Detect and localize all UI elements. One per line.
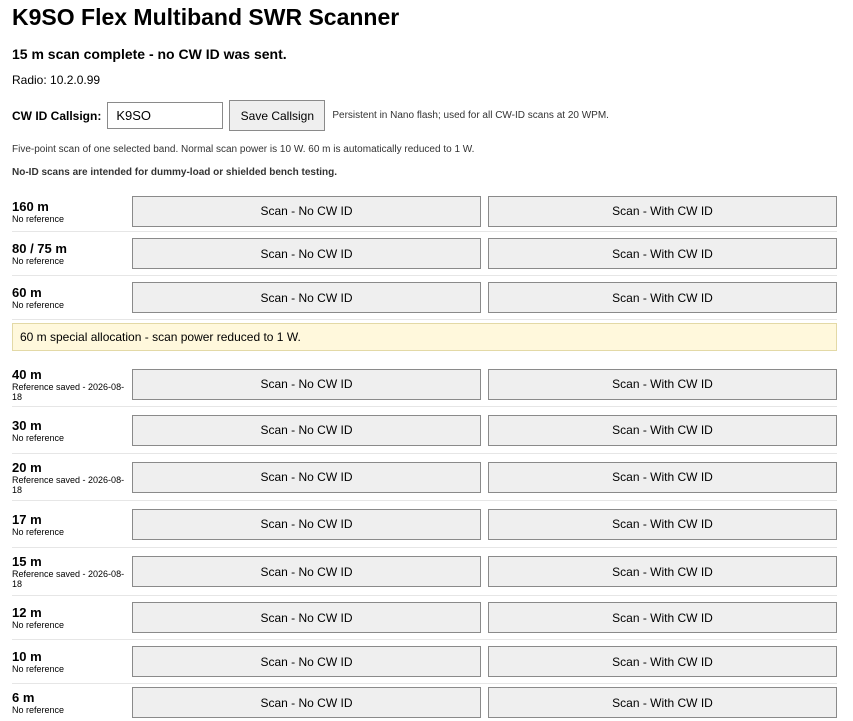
scan-no-cw-id-button[interactable]: Scan - No CW ID	[132, 195, 481, 227]
band-reference-status: No reference	[12, 213, 65, 224]
band-row-17m: 17 m No reference Scan - No CW ID Scan -…	[12, 501, 837, 548]
save-callsign-button[interactable]: Save Callsign	[229, 100, 326, 131]
band-row-10m: 10 m No reference Scan - No CW ID Scan -…	[12, 640, 837, 684]
scan-with-cw-id-button[interactable]: Scan - With CW ID	[488, 195, 837, 227]
band-row-12m: 12 m No reference Scan - No CW ID Scan -…	[12, 596, 837, 640]
scan-with-cw-id-button[interactable]: Scan - With CW ID	[488, 461, 837, 493]
scan-with-cw-id-button[interactable]: Scan - With CW ID	[488, 414, 837, 446]
cw-id-row: CW ID Callsign: Save Callsign Persistent…	[12, 100, 609, 131]
band-row-30m: 30 m No reference Scan - No CW ID Scan -…	[12, 407, 837, 454]
band-reference-status: No reference	[12, 705, 65, 715]
scan-no-cw-id-button[interactable]: Scan - No CW ID	[132, 368, 481, 400]
scan-no-cw-id-button[interactable]: Scan - No CW ID	[132, 414, 481, 446]
band-row-40m: 40 m Reference saved - 2026-08-18 Scan -…	[12, 362, 837, 407]
cw-id-label: CW ID Callsign:	[12, 108, 102, 123]
band-reference-status: No reference	[12, 526, 65, 537]
scan-no-cw-id-button[interactable]: Scan - No CW ID	[132, 602, 481, 633]
band-name: 20 m	[12, 459, 42, 475]
band-name: 30 m	[12, 417, 42, 433]
band-reference-status: No reference	[12, 300, 65, 310]
band-name: 80 / 75 m	[12, 241, 67, 256]
callsign-note: Persistent in Nano flash; used for all C…	[332, 110, 609, 121]
band-name: 40 m	[12, 366, 42, 382]
scan-no-cw-id-button[interactable]: Scan - No CW ID	[132, 556, 481, 587]
scan-no-cw-id-button[interactable]: Scan - No CW ID	[132, 687, 481, 718]
band-row-20m: 20 m Reference saved - 2026-08-18 Scan -…	[12, 454, 837, 501]
band-name: 60 m	[12, 285, 42, 300]
scan-with-cw-id-button[interactable]: Scan - With CW ID	[488, 508, 837, 540]
scan-with-cw-id-button[interactable]: Scan - With CW ID	[488, 646, 837, 677]
band-name: 160 m	[12, 198, 49, 214]
scan-no-cw-id-button[interactable]: Scan - No CW ID	[132, 238, 481, 269]
scan-no-cw-id-button[interactable]: Scan - No CW ID	[132, 461, 481, 493]
scan-no-cw-id-button[interactable]: Scan - No CW ID	[132, 508, 481, 540]
band-row-60m: 60 m No reference Scan - No CW ID Scan -…	[12, 276, 837, 320]
band-row-15m: 15 m Reference saved - 2026-08-18 Scan -…	[12, 548, 837, 596]
scan-no-cw-id-button[interactable]: Scan - No CW ID	[132, 646, 481, 677]
band-name: 12 m	[12, 605, 42, 620]
band-row-80-75m: 80 / 75 m No reference Scan - No CW ID S…	[12, 232, 837, 276]
scan-status-message: 15 m scan complete - no CW ID was sent.	[12, 46, 287, 62]
scan-with-cw-id-button[interactable]: Scan - With CW ID	[488, 238, 837, 269]
page-title: K9SO Flex Multiband SWR Scanner	[12, 4, 400, 30]
scan-with-cw-id-button[interactable]: Scan - With CW ID	[488, 282, 837, 313]
scan-with-cw-id-button[interactable]: Scan - With CW ID	[488, 602, 837, 633]
scan-with-cw-id-button[interactable]: Scan - With CW ID	[488, 556, 837, 587]
band-reference-status: No reference	[12, 432, 65, 443]
scan-no-cw-id-button[interactable]: Scan - No CW ID	[132, 282, 481, 313]
band-row-160m: 160 m No reference Scan - No CW ID Scan …	[12, 191, 837, 232]
band-name: 15 m	[12, 554, 42, 569]
band-row-6m: 6 m No reference Scan - No CW ID Scan - …	[12, 684, 837, 721]
band-name: 10 m	[12, 649, 42, 664]
scan-description: Five-point scan of one selected band. No…	[12, 144, 475, 155]
band-reference-status: Reference saved - 2026-08-18	[12, 474, 125, 495]
no-id-warning: No-ID scans are intended for dummy-load …	[12, 167, 338, 178]
band-reference-status: No reference	[12, 256, 65, 266]
callsign-input[interactable]	[107, 102, 224, 129]
band-reference-status: No reference	[12, 620, 65, 630]
band-reference-status: Reference saved - 2026-08-18	[12, 381, 125, 402]
60m-allocation-notice: 60 m special allocation - scan power red…	[12, 323, 837, 351]
radio-address: Radio: 10.2.0.99	[12, 73, 101, 87]
band-name: 6 m	[12, 690, 35, 705]
band-reference-status: Reference saved - 2026-08-18	[12, 569, 125, 589]
band-reference-status: No reference	[12, 664, 65, 674]
band-name: 17 m	[12, 511, 42, 527]
scan-with-cw-id-button[interactable]: Scan - With CW ID	[488, 687, 837, 718]
scan-with-cw-id-button[interactable]: Scan - With CW ID	[488, 368, 837, 400]
